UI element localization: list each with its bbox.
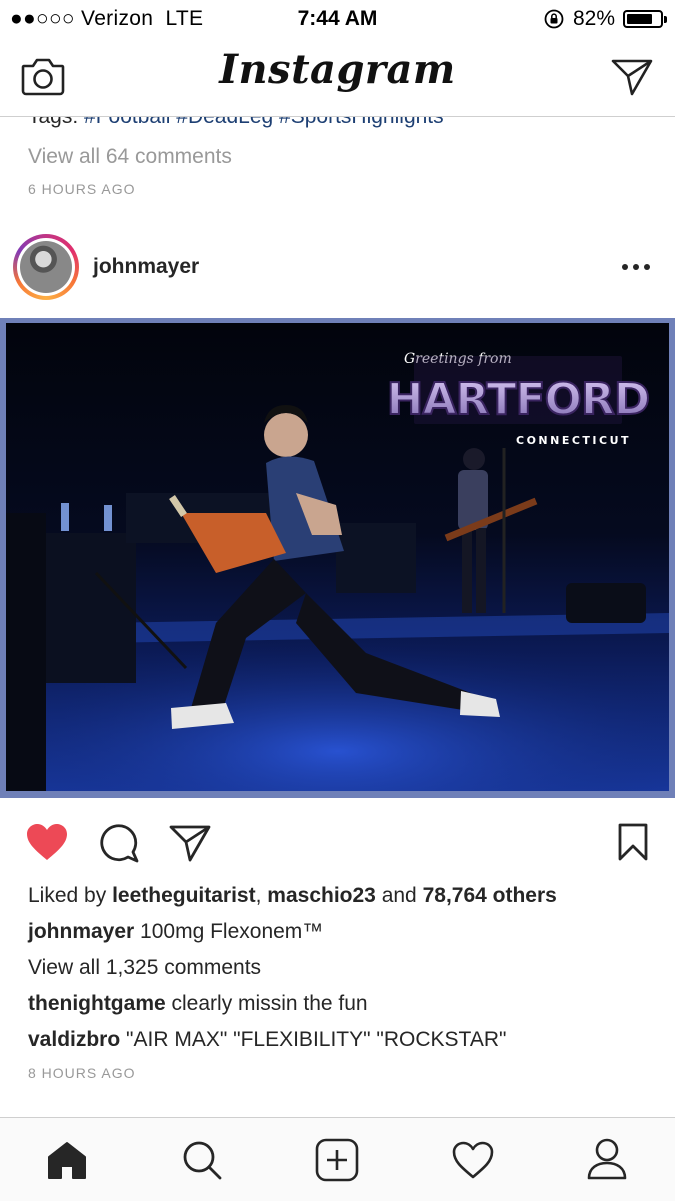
prev-post-tags: Tags: #Football #DeadLeg #SportsHighligh… [28,117,444,129]
profile-icon[interactable] [585,1137,629,1181]
view-comments-link[interactable]: View all 1,325 comments [28,956,261,980]
comment-text: clearly missin the fun [171,992,368,1015]
more-options-icon[interactable] [621,262,651,272]
top-nav-bar: Instagram [0,38,675,117]
status-right: 82% [543,7,667,31]
likes-prefix: Liked by [28,884,107,907]
battery-fill [627,14,653,24]
share-icon[interactable] [168,823,212,863]
activity-heart-icon[interactable] [451,1140,495,1180]
hashtag-link[interactable]: #SportsHighlights [279,117,444,128]
photo-state: CONNECTICUT [516,434,631,447]
avatar[interactable] [13,234,79,300]
comment-text: "AIR MAX" "FLEXIBILITY" "ROCKSTAR" [126,1028,507,1051]
concert-photo: Greetings from HARTFORD CONNECTICUT [6,351,669,791]
orientation-lock-icon [544,9,564,29]
add-post-icon[interactable] [315,1138,359,1182]
prev-view-comments-link[interactable]: View all 64 comments [28,145,232,169]
photo-city: HARTFORD [387,374,650,425]
app-title: Instagram [219,46,456,93]
status-bar: ●●○○○ Verizon LTE 7:44 AM 82% [0,0,675,38]
likes-count[interactable]: 78,764 others [423,884,557,907]
post-timestamp: 8 HOURS AGO [28,1065,136,1081]
heart-icon[interactable] [25,822,69,862]
prev-post-timestamp: 6 HOURS AGO [28,181,136,197]
bookmark-icon[interactable] [616,822,650,862]
hashtag-link[interactable]: #DeadLeg [176,117,273,128]
home-icon[interactable] [46,1140,88,1180]
liker-username[interactable]: maschio23 [267,884,376,907]
comment-username[interactable]: valdizbro [28,1028,120,1051]
caption-username[interactable]: johnmayer [28,920,134,943]
caption: johnmayer 100mg Flexonem™ [28,920,323,944]
liker-username[interactable]: leetheguitarist [112,884,256,907]
bottom-tab-bar [0,1117,675,1201]
comment-item: thenightgame clearly missin the fun [28,992,368,1016]
comment-item: valdizbro "AIR MAX" "FLEXIBILITY" "ROCKS… [28,1028,506,1052]
caption-text: 100mg Flexonem™ [140,920,324,943]
post-username[interactable]: johnmayer [93,255,199,279]
hashtag-link[interactable]: #Football [84,117,170,128]
direct-message-icon[interactable] [610,56,654,98]
tags-label: Tags: [28,117,78,128]
post-photo[interactable]: Greetings from HARTFORD CONNECTICUT [0,318,675,798]
post-action-bar [0,818,675,868]
likes-line: Liked by leetheguitarist, maschio23 and … [28,884,557,907]
battery-icon [623,10,667,28]
comment-icon[interactable] [98,822,140,864]
likes-and: and [381,884,417,907]
comment-username[interactable]: thenightgame [28,992,166,1015]
search-icon[interactable] [181,1139,223,1181]
battery-percent: 82% [572,7,615,30]
